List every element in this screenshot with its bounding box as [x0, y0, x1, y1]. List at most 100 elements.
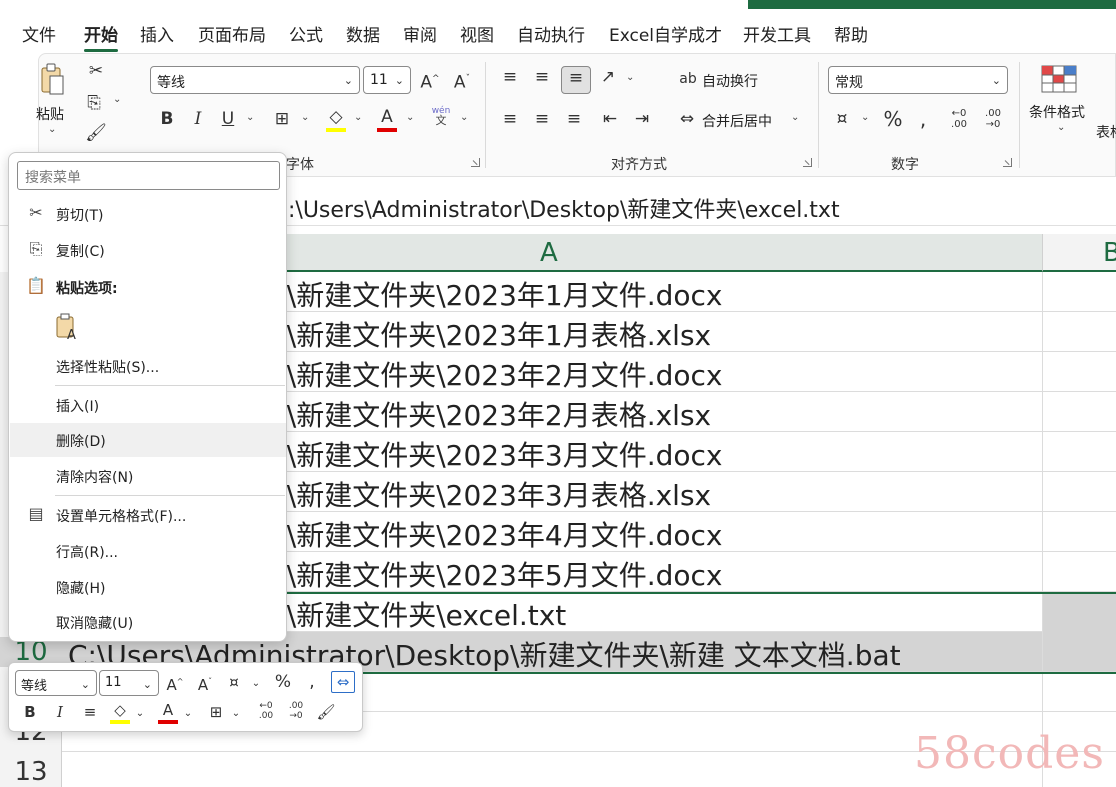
format-as-table-button[interactable]: 表格: [1096, 122, 1116, 142]
conditional-format-dropdown-icon[interactable]: ⌄: [1057, 122, 1065, 133]
decrease-font-icon[interactable]: Aˇ: [195, 672, 215, 695]
menu-item-cut[interactable]: ✂ 剪切(T): [10, 197, 286, 231]
tab-data[interactable]: 数据: [346, 21, 380, 46]
tab-view[interactable]: 视图: [460, 21, 494, 46]
merge-center-icon[interactable]: ⇔: [331, 671, 355, 693]
cell-b[interactable]: [1042, 632, 1116, 672]
merge-center-icon[interactable]: ⇔: [676, 108, 698, 130]
menu-item-copy[interactable]: ⎘ 复制(C): [10, 233, 286, 267]
comma-style-icon[interactable]: ,: [305, 672, 319, 692]
font-launcher-icon[interactable]: [471, 158, 480, 167]
comma-style-icon[interactable]: ,: [915, 108, 931, 130]
copy-dropdown-icon[interactable]: ⌄: [113, 94, 121, 105]
menu-item-row-height[interactable]: 行高(R)...: [10, 534, 286, 568]
menu-item-clear-contents[interactable]: 清除内容(N): [10, 459, 286, 493]
menu-item-format-cells[interactable]: ▤ 设置单元格格式(F)...: [10, 498, 286, 532]
number-format-combo[interactable]: 常规 ⌄: [828, 66, 1008, 94]
center-align-icon[interactable]: ≡: [79, 702, 101, 722]
cell-b[interactable]: [1042, 552, 1116, 592]
menu-item-hide[interactable]: 隐藏(H): [10, 570, 286, 604]
menu-item-paste-special[interactable]: 选择性粘贴(S)...: [10, 349, 286, 383]
tab-developer[interactable]: 开发工具: [743, 21, 811, 46]
number-launcher-icon[interactable]: [1003, 158, 1012, 167]
conditional-format-icon[interactable]: [1040, 64, 1078, 98]
borders-dropdown-icon[interactable]: ⌄: [301, 112, 309, 123]
column-header-b[interactable]: B: [1042, 234, 1116, 272]
font-size-combo[interactable]: 11 ⌄: [363, 66, 411, 94]
align-middle-icon[interactable]: ≡: [531, 66, 553, 88]
percent-icon[interactable]: %: [882, 108, 904, 130]
currency-dropdown-icon[interactable]: ⌄: [251, 674, 261, 694]
cell-b[interactable]: [1042, 392, 1116, 432]
paste-dropdown-icon[interactable]: ⌄: [48, 124, 56, 135]
decrease-decimal-icon[interactable]: .00 →0: [981, 108, 1005, 130]
borders-icon[interactable]: ⊞: [205, 702, 227, 722]
cell-b[interactable]: [1042, 432, 1116, 472]
mini-font-name-combo[interactable]: 等线 ⌄: [15, 670, 97, 696]
align-right-icon[interactable]: ≡: [563, 108, 585, 130]
wrap-text-icon[interactable]: ab: [677, 68, 699, 90]
mini-font-size-combo[interactable]: 11 ⌄: [99, 670, 159, 696]
merge-center-button[interactable]: 合并后居中: [702, 111, 772, 131]
tab-home[interactable]: 开始: [84, 21, 118, 52]
paste-icon[interactable]: [39, 62, 65, 102]
increase-font-icon[interactable]: A^: [165, 672, 185, 695]
align-center-icon[interactable]: ≡: [531, 108, 553, 130]
cell-b[interactable]: [1042, 672, 1116, 712]
cell-b[interactable]: [1042, 592, 1116, 632]
menu-item-insert[interactable]: 插入(I): [10, 388, 286, 422]
fill-color-icon[interactable]: ◇: [325, 106, 347, 132]
cell-b[interactable]: [1042, 312, 1116, 352]
menu-search-input[interactable]: 搜索菜单: [17, 161, 280, 190]
underline-dropdown-icon[interactable]: ⌄: [246, 112, 254, 123]
cell-b[interactable]: [1042, 272, 1116, 312]
font-name-combo[interactable]: 等线 ⌄: [150, 66, 360, 94]
fill-color-dropdown-icon[interactable]: ⌄: [135, 704, 145, 724]
format-painter-icon[interactable]: 🖌: [85, 122, 107, 144]
tab-insert[interactable]: 插入: [140, 21, 174, 46]
bold-icon[interactable]: B: [157, 108, 177, 130]
bold-icon[interactable]: B: [21, 702, 39, 722]
tab-page-layout[interactable]: 页面布局: [198, 21, 266, 46]
conditional-format-button[interactable]: 条件格式: [1029, 102, 1085, 122]
decrease-decimal-icon[interactable]: .00 →0: [285, 701, 307, 721]
cell-b[interactable]: [1042, 512, 1116, 552]
alignment-launcher-icon[interactable]: [803, 158, 812, 167]
decrease-indent-icon[interactable]: ⇤: [599, 108, 621, 130]
align-top-icon[interactable]: ≡: [499, 66, 521, 88]
merge-dropdown-icon[interactable]: ⌄: [791, 112, 799, 123]
phonetic-dropdown-icon[interactable]: ⌄: [460, 112, 468, 123]
italic-icon[interactable]: I: [51, 702, 69, 722]
borders-dropdown-icon[interactable]: ⌄: [231, 704, 241, 724]
increase-indent-icon[interactable]: ⇥: [631, 108, 653, 130]
paste-keep-text-icon[interactable]: A: [55, 313, 81, 343]
percent-icon[interactable]: %: [273, 672, 293, 692]
currency-dropdown-icon[interactable]: ⌄: [861, 112, 869, 123]
tab-file[interactable]: 文件: [22, 21, 56, 46]
formula-content[interactable]: :\Users\Administrator\Desktop\新建文件夹\exce…: [288, 192, 840, 224]
cut-icon[interactable]: ✂: [85, 60, 107, 82]
cell-b[interactable]: [1042, 352, 1116, 392]
paste-label[interactable]: 粘贴: [36, 104, 64, 124]
cell-b[interactable]: [1042, 472, 1116, 512]
tab-formulas[interactable]: 公式: [289, 21, 323, 46]
phonetic-icon[interactable]: wén 文: [429, 106, 453, 132]
orientation-dropdown-icon[interactable]: ⌄: [626, 72, 634, 83]
increase-decimal-icon[interactable]: ←0.00: [255, 701, 277, 721]
align-bottom-icon[interactable]: ≡: [561, 66, 591, 94]
increase-font-icon[interactable]: A^: [419, 68, 441, 94]
menu-item-delete[interactable]: 删除(D): [10, 423, 286, 457]
tab-automate[interactable]: 自动执行: [517, 21, 585, 46]
font-color-dropdown-icon[interactable]: ⌄: [406, 112, 414, 123]
currency-icon[interactable]: ¤: [223, 672, 245, 692]
tab-excel-self-study[interactable]: Excel自学成才: [609, 21, 722, 46]
tab-help[interactable]: 帮助: [834, 21, 868, 46]
font-color-dropdown-icon[interactable]: ⌄: [183, 704, 193, 724]
decrease-font-icon[interactable]: Aˇ: [451, 68, 473, 94]
wrap-text-button[interactable]: 自动换行: [702, 71, 758, 91]
increase-decimal-icon[interactable]: ←0.00: [947, 108, 971, 130]
borders-icon[interactable]: ⊞: [271, 108, 293, 130]
fill-color-dropdown-icon[interactable]: ⌄: [354, 112, 362, 123]
tab-review[interactable]: 审阅: [403, 21, 437, 46]
currency-icon[interactable]: ¤: [830, 108, 854, 130]
